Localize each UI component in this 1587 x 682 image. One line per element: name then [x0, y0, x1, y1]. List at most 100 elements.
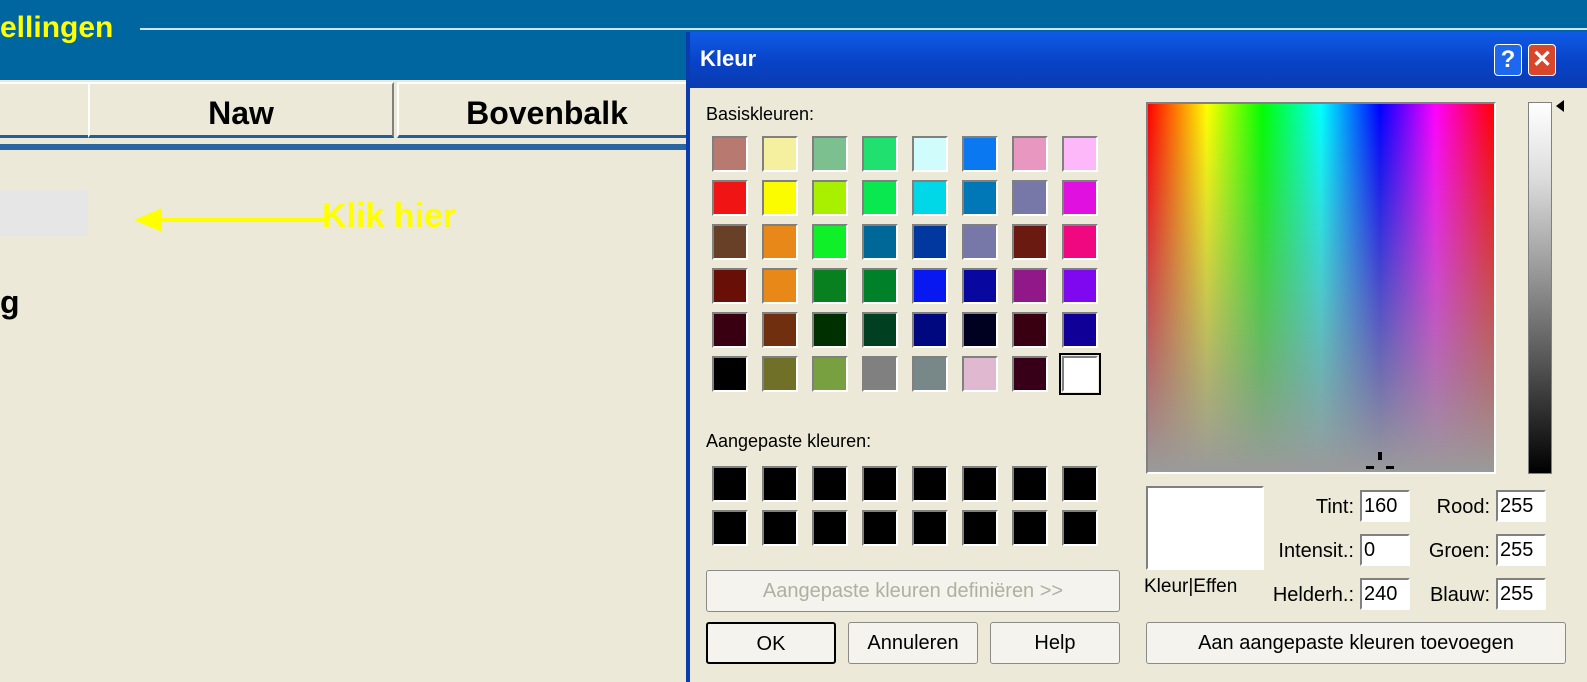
- custom-colors-label: Aangepaste kleuren:: [706, 431, 872, 451]
- hint-label: Klik hier: [322, 197, 457, 235]
- basic-color-swatch[interactable]: [762, 136, 798, 172]
- ok-button[interactable]: OK: [706, 622, 836, 664]
- basic-color-swatch[interactable]: [962, 224, 998, 260]
- basic-color-swatch[interactable]: [1062, 268, 1098, 304]
- custom-color-swatch[interactable]: [812, 466, 848, 502]
- define-custom-colors-button[interactable]: Aangepaste kleuren definiëren >>: [706, 570, 1120, 612]
- basic-color-swatch[interactable]: [862, 356, 898, 392]
- basic-color-swatch[interactable]: [1062, 136, 1098, 172]
- basic-color-swatch[interactable]: [812, 268, 848, 304]
- blue-field[interactable]: 255: [1496, 578, 1546, 610]
- red-label: Rood:: [1436, 496, 1490, 518]
- luminosity-slider[interactable]: [1528, 102, 1552, 474]
- partial-label: g: [0, 284, 20, 320]
- crosshair-icon: [1366, 452, 1394, 469]
- basic-color-swatch[interactable]: [812, 356, 848, 392]
- basic-color-swatch[interactable]: [862, 224, 898, 260]
- basic-color-swatch[interactable]: [862, 136, 898, 172]
- tint-field[interactable]: 160: [1360, 490, 1410, 522]
- basic-color-swatch[interactable]: [1062, 224, 1098, 260]
- green-field[interactable]: 255: [1496, 534, 1546, 566]
- basic-color-swatch[interactable]: [712, 224, 748, 260]
- close-icon[interactable]: ✕: [1528, 44, 1556, 76]
- basic-color-swatch[interactable]: [912, 356, 948, 392]
- basic-color-swatch[interactable]: [812, 136, 848, 172]
- tab-previous[interactable]: [0, 82, 90, 138]
- basic-color-swatch[interactable]: [912, 180, 948, 216]
- arrow-icon: [134, 208, 330, 232]
- custom-color-swatch[interactable]: [962, 466, 998, 502]
- basic-color-swatch[interactable]: [962, 312, 998, 348]
- basic-color-swatch[interactable]: [762, 268, 798, 304]
- custom-color-swatch[interactable]: [1062, 510, 1098, 546]
- luminosity-arrow-icon[interactable]: [1556, 100, 1564, 112]
- custom-color-swatch[interactable]: [712, 510, 748, 546]
- basic-color-swatch[interactable]: [962, 268, 998, 304]
- basic-color-swatch[interactable]: [762, 180, 798, 216]
- basic-colors-label: Basiskleuren:: [706, 104, 815, 124]
- basic-color-swatch[interactable]: [1062, 312, 1098, 348]
- add-custom-colors-button[interactable]: Aan aangepaste kleuren toevoegen: [1146, 622, 1566, 664]
- custom-color-swatch[interactable]: [862, 466, 898, 502]
- basic-color-swatch[interactable]: [962, 356, 998, 392]
- tab-naw[interactable]: Naw: [88, 82, 394, 138]
- basic-color-swatch[interactable]: [912, 224, 948, 260]
- basic-color-swatch[interactable]: [1012, 356, 1048, 392]
- basic-color-swatch[interactable]: [862, 180, 898, 216]
- basic-color-swatch[interactable]: [912, 136, 948, 172]
- basic-color-swatch[interactable]: [1012, 180, 1048, 216]
- custom-color-swatch[interactable]: [762, 510, 798, 546]
- basic-color-swatch[interactable]: [762, 356, 798, 392]
- tab-bovenbalk[interactable]: Bovenbalk: [397, 82, 697, 138]
- basic-color-swatch[interactable]: [1012, 312, 1048, 348]
- basic-color-swatch[interactable]: [1012, 224, 1048, 260]
- custom-color-swatch[interactable]: [1012, 466, 1048, 502]
- custom-color-swatch[interactable]: [1062, 466, 1098, 502]
- basic-color-swatch[interactable]: [712, 312, 748, 348]
- basic-color-swatch[interactable]: [862, 312, 898, 348]
- color-spectrum[interactable]: [1146, 102, 1496, 474]
- basic-color-swatch[interactable]: [1059, 353, 1101, 395]
- green-label: Groen:: [1428, 540, 1490, 562]
- basic-color-swatch[interactable]: [812, 312, 848, 348]
- cancel-button[interactable]: Annuleren: [848, 622, 978, 664]
- title-rule: [140, 28, 1587, 30]
- dialog-title: Kleur: [700, 46, 757, 71]
- preview-label: Kleur|Effen: [1144, 576, 1238, 597]
- help-question-icon[interactable]: ?: [1494, 44, 1522, 76]
- brightness-label: Helderh.:: [1272, 584, 1354, 606]
- color-field[interactable]: [0, 190, 88, 236]
- help-button[interactable]: Help: [990, 622, 1120, 664]
- basic-color-swatch[interactable]: [1012, 268, 1048, 304]
- basic-color-swatch[interactable]: [812, 224, 848, 260]
- custom-color-swatch[interactable]: [962, 510, 998, 546]
- custom-color-swatch[interactable]: [762, 466, 798, 502]
- dialog-titlebar: Kleur ? ✕: [690, 32, 1587, 88]
- custom-color-swatch[interactable]: [862, 510, 898, 546]
- color-preview: [1146, 486, 1264, 570]
- custom-color-swatch[interactable]: [1012, 510, 1048, 546]
- intensity-field[interactable]: 0: [1360, 534, 1410, 566]
- custom-color-swatch[interactable]: [912, 466, 948, 502]
- blue-label: Blauw:: [1429, 584, 1490, 606]
- red-field[interactable]: 255: [1496, 490, 1546, 522]
- custom-color-swatch[interactable]: [812, 510, 848, 546]
- color-dialog: Kleur ? ✕ Basiskleuren: Aangepaste kleur…: [686, 32, 1587, 682]
- basic-color-swatch[interactable]: [712, 268, 748, 304]
- basic-color-swatch[interactable]: [812, 180, 848, 216]
- basic-color-swatch[interactable]: [862, 268, 898, 304]
- custom-color-swatch[interactable]: [912, 510, 948, 546]
- basic-color-swatch[interactable]: [1062, 180, 1098, 216]
- basic-color-swatch[interactable]: [762, 312, 798, 348]
- brightness-field[interactable]: 240: [1360, 578, 1410, 610]
- basic-color-swatch[interactable]: [962, 136, 998, 172]
- basic-color-swatch[interactable]: [1012, 136, 1048, 172]
- custom-color-swatch[interactable]: [712, 466, 748, 502]
- basic-color-swatch[interactable]: [712, 356, 748, 392]
- basic-color-swatch[interactable]: [912, 312, 948, 348]
- basic-color-swatch[interactable]: [762, 224, 798, 260]
- basic-color-swatch[interactable]: [712, 180, 748, 216]
- basic-color-swatch[interactable]: [712, 136, 748, 172]
- basic-color-swatch[interactable]: [962, 180, 998, 216]
- basic-color-swatch[interactable]: [912, 268, 948, 304]
